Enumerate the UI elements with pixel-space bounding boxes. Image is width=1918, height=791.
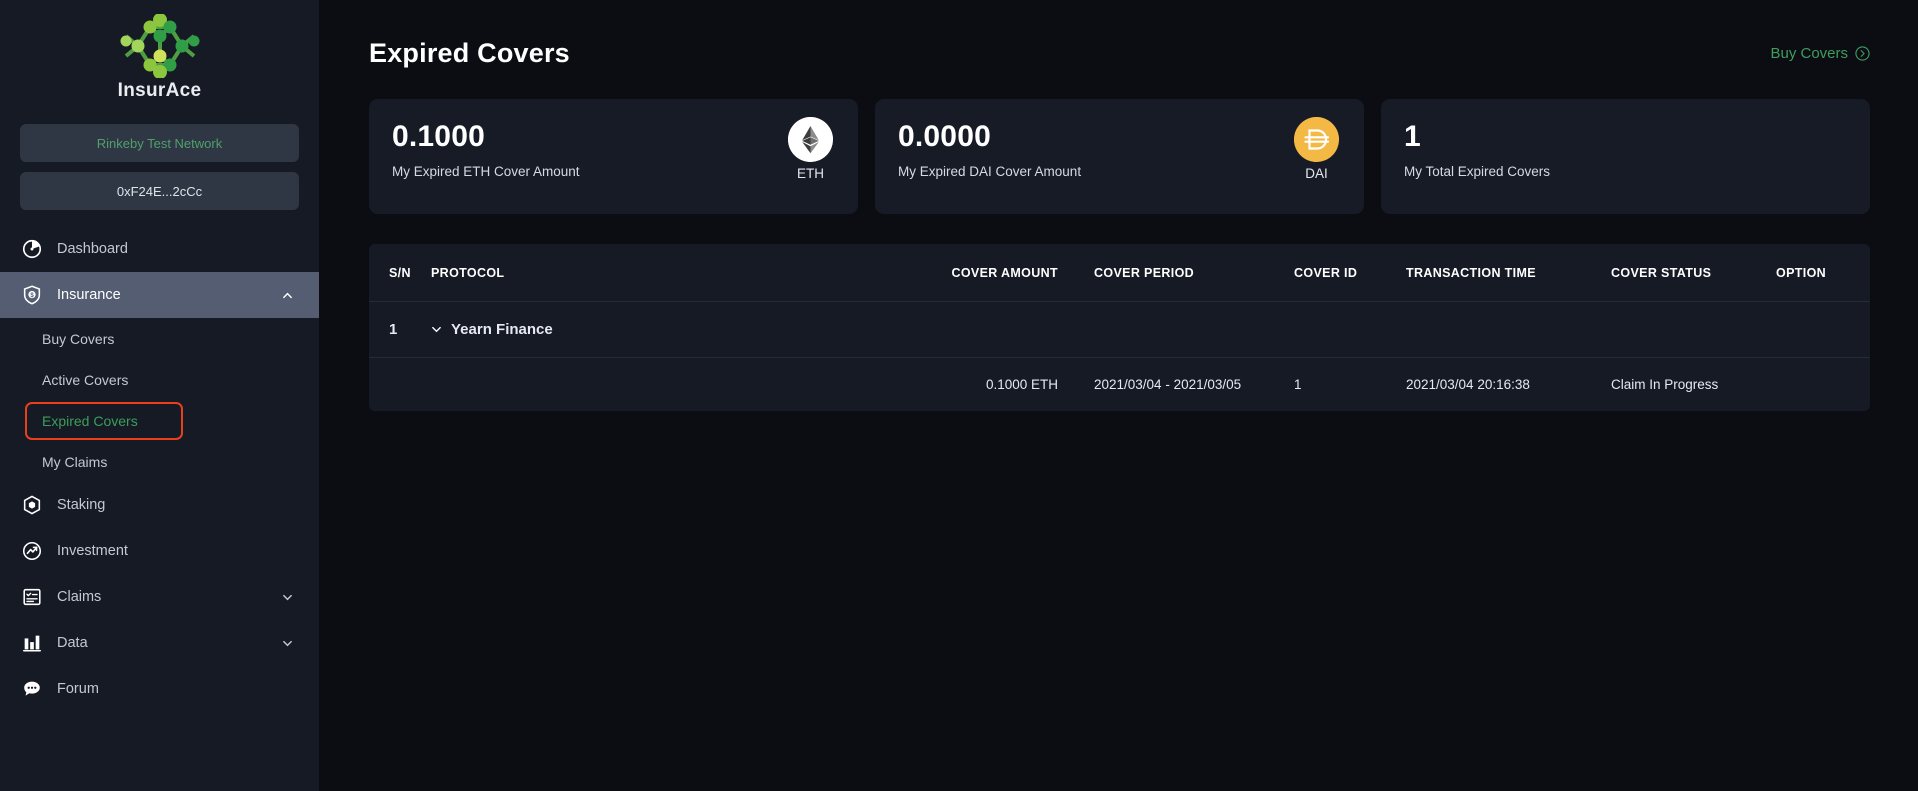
sidebar-item-forum[interactable]: Forum [0,666,319,712]
sidebar-subitem-my-claims[interactable]: My Claims [0,441,319,482]
column-header-sn: S/N [389,266,411,280]
wallet-address-pill[interactable]: 0xF24E...2cCc [20,172,299,210]
column-header-transaction-time: TRANSACTION TIME [1406,266,1536,280]
cell-cover-amount [928,302,1088,358]
table-header: S/N PROTOCOL COVER AMOUNT COVER PERIOD C… [369,244,1870,302]
card-expired-dai: 0.0000 My Expired DAI Cover Amount DAI [875,99,1364,214]
sidebar-item-dashboard[interactable]: Dashboard [0,226,319,272]
chevron-up-icon [283,292,292,299]
shield-dollar-icon: $ [23,285,41,305]
insurace-molecule-logo [120,14,199,78]
cell-option [1770,302,1870,358]
pie-chart-icon [22,239,42,259]
sidebar-item-staking[interactable]: Staking [0,482,319,528]
expired-covers-table: S/N PROTOCOL COVER AMOUNT COVER PERIOD C… [369,244,1870,411]
bar-chart-icon [23,635,41,652]
main-content: Expired Covers Buy Covers 0.1000 My Expi… [319,0,1918,791]
network-pill[interactable]: Rinkeby Test Network [20,124,299,162]
coin-badge: ETH [788,117,833,181]
cell-cover-status [1605,302,1770,358]
hexagon-cube-icon [23,495,41,515]
coin-ticker: ETH [797,166,824,181]
sidebar-subitem-label: Expired Covers [42,412,138,429]
coin-badge: DAI [1294,117,1339,181]
sidebar-item-insurance[interactable]: $ Insurance [0,272,319,318]
dai-icon [1294,117,1339,162]
page-title: Expired Covers [369,38,570,68]
sidebar-item-label: Data [57,635,88,651]
column-header-cover-status: COVER STATUS [1611,266,1712,280]
summary-cards: 0.1000 My Expired ETH Cover Amount ETH 0… [319,69,1918,214]
sidebar-subitem-buy-covers[interactable]: Buy Covers [0,318,319,359]
sidebar: InsurAce Rinkeby Test Network 0xF24E...2… [0,0,319,791]
card-total-expired: 1 My Total Expired Covers [1381,99,1870,214]
brand-name: InsurAce [117,80,202,101]
buy-covers-label: Buy Covers [1770,45,1848,62]
sidebar-item-investment[interactable]: Investment [0,528,319,574]
card-value: 1 [1404,120,1421,153]
cell-cover-id: 1 [1294,377,1302,392]
sidebar-subitem-active-covers[interactable]: Active Covers [0,359,319,400]
cell-protocol[interactable]: Yearn Finance [431,302,928,358]
sidebar-item-label: Forum [57,681,99,697]
cell-option[interactable] [1770,358,1870,412]
card-value: 0.0000 [898,120,991,153]
chevron-down-icon[interactable] [431,324,442,335]
sidebar-item-label: Investment [57,543,128,559]
arrow-right-circle-icon [1855,46,1870,61]
card-expired-eth: 0.1000 My Expired ETH Cover Amount ETH [369,99,858,214]
sidebar-item-label: Claims [57,589,102,605]
cell-transaction-time [1400,302,1605,358]
brand: InsurAce [0,0,319,112]
cell-protocol [431,358,928,412]
ethereum-icon [788,117,833,162]
column-header-cover-period: COVER PERIOD [1094,266,1195,280]
app-root: InsurAce Rinkeby Test Network 0xF24E...2… [0,0,1918,791]
card-label: My Expired DAI Cover Amount [898,163,1082,179]
cell-sn: 1 [389,321,398,338]
sidebar-item-claims[interactable]: Claims [0,574,319,620]
chevron-down-icon [283,640,292,647]
buy-covers-link[interactable]: Buy Covers [1770,45,1870,62]
table-row[interactable]: 0.1000 ETH 2021/03/04 - 2021/03/05 1 202… [369,358,1870,412]
sidebar-subitem-label: Active Covers [42,371,129,388]
card-label: My Total Expired Covers [1404,163,1551,179]
page-header: Expired Covers Buy Covers [319,0,1918,69]
cell-cover-id [1288,302,1400,358]
sidebar-item-label: Dashboard [57,241,128,257]
cell-transaction-time: 2021/03/04 20:16:38 [1406,377,1530,392]
cell-cover-amount: 0.1000 ETH [985,377,1058,392]
coin-ticker: DAI [1305,166,1328,181]
clipboard-list-icon [23,588,41,606]
chevron-down-icon [283,594,292,601]
sidebar-nav: Dashboard $ Insurance Buy Covers Active [0,226,319,712]
cell-cover-period: 2021/03/04 - 2021/03/05 [1094,377,1242,392]
cell-cover-period [1088,302,1288,358]
column-header-protocol: PROTOCOL [431,266,505,280]
sidebar-item-label: Staking [57,497,106,513]
table-body: 1 Yearn Finance 0.1000 ETH 2021/03/04 - … [369,302,1870,412]
sidebar-item-label: Insurance [57,287,121,303]
card-value: 0.1000 [392,120,485,153]
cell-cover-status: Claim In Progress [1611,377,1719,392]
card-label: My Expired ETH Cover Amount [392,163,580,179]
sidebar-subitem-label: My Claims [42,453,108,470]
table-row[interactable]: 1 Yearn Finance [369,302,1870,358]
sidebar-subitem-label: Buy Covers [42,330,115,347]
table-header-row: S/N PROTOCOL COVER AMOUNT COVER PERIOD C… [369,244,1870,302]
column-header-option: OPTION [1776,266,1827,280]
protocol-name: Yearn Finance [451,321,553,338]
column-header-cover-amount: COVER AMOUNT [951,266,1058,280]
sidebar-subitem-expired-covers[interactable]: Expired Covers [0,400,319,441]
chat-bubble-icon [24,681,40,696]
cell-sn [369,358,431,412]
trend-circle-icon [22,541,42,561]
column-header-cover-id: COVER ID [1294,266,1358,280]
sidebar-item-data[interactable]: Data [0,620,319,666]
